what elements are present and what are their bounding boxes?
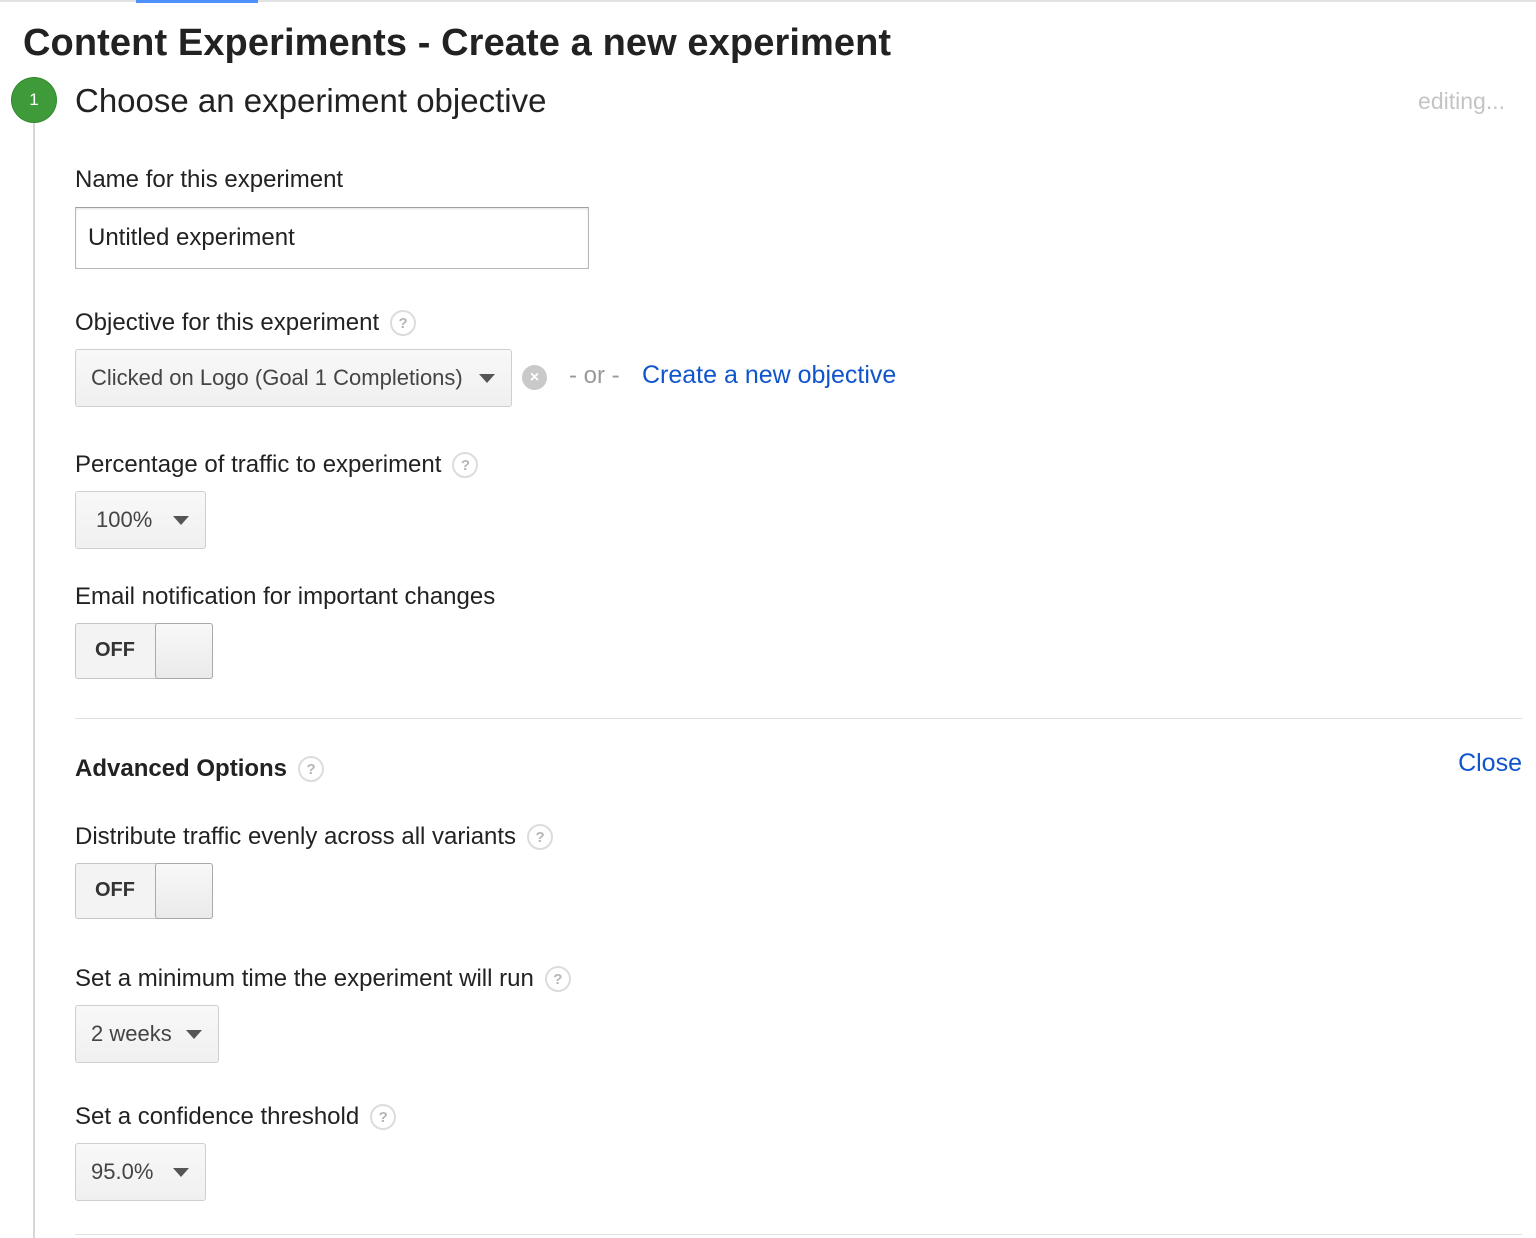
- experiment-name-label: Name for this experiment: [75, 166, 343, 194]
- objective-label-text: Objective for this experiment: [75, 309, 380, 336]
- confidence-threshold-select[interactable]: 95.0%: [75, 1143, 206, 1201]
- toggle-state-text: OFF: [95, 879, 135, 901]
- chevron-down-icon: [186, 1030, 202, 1039]
- email-notification-label-text: Email notification for important changes: [75, 583, 496, 610]
- step-number-badge: 1: [12, 78, 56, 122]
- traffic-selected-value: 100%: [96, 507, 153, 532]
- objective-selected-value: Clicked on Logo (Goal 1 Completions): [91, 365, 463, 390]
- minimum-time-selected-value: 2 weeks: [91, 1021, 172, 1046]
- confidence-threshold-label: Set a confidence threshold ?: [75, 1103, 397, 1131]
- step-connector-line: [33, 120, 35, 1238]
- active-tab-indicator: [136, 0, 258, 3]
- help-icon[interactable]: ?: [390, 310, 417, 336]
- advanced-options-heading: Advanced Options ?: [75, 755, 325, 783]
- help-icon[interactable]: ?: [298, 756, 325, 782]
- section-divider: [75, 718, 1522, 719]
- minimum-time-label: Set a minimum time the experiment will r…: [75, 965, 571, 993]
- or-separator: - or -: [569, 362, 620, 389]
- help-icon[interactable]: ?: [527, 824, 554, 850]
- confidence-selected-value: 95.0%: [91, 1159, 154, 1184]
- create-objective-link[interactable]: Create a new objective: [642, 361, 896, 390]
- chevron-down-icon: [479, 374, 495, 383]
- help-icon[interactable]: ?: [452, 452, 479, 478]
- close-advanced-options-link[interactable]: Close: [1458, 749, 1522, 778]
- minimum-time-label-text: Set a minimum time the experiment will r…: [75, 965, 534, 992]
- toggle-knob: [155, 623, 213, 679]
- objective-select[interactable]: Clicked on Logo (Goal 1 Completions): [75, 349, 512, 407]
- chevron-down-icon: [173, 516, 189, 525]
- distribute-traffic-toggle[interactable]: OFF: [75, 863, 213, 919]
- step-heading: Choose an experiment objective: [75, 82, 547, 119]
- page-title: Content Experiments - Create a new exper…: [23, 22, 892, 64]
- objective-label: Objective for this experiment ?: [75, 309, 417, 337]
- email-notification-toggle[interactable]: OFF: [75, 623, 213, 679]
- traffic-label: Percentage of traffic to experiment ?: [75, 451, 479, 479]
- confidence-threshold-label-text: Set a confidence threshold: [75, 1103, 360, 1130]
- traffic-label-text: Percentage of traffic to experiment: [75, 451, 442, 478]
- help-icon[interactable]: ?: [544, 966, 571, 992]
- advanced-options-label: Advanced Options: [75, 755, 288, 782]
- clear-icon[interactable]: ×: [522, 365, 547, 390]
- toggle-knob: [155, 863, 213, 919]
- experiment-name-label-text: Name for this experiment: [75, 166, 344, 193]
- traffic-select[interactable]: 100%: [75, 491, 206, 549]
- distribute-traffic-label: Distribute traffic evenly across all var…: [75, 823, 554, 851]
- email-notification-label: Email notification for important changes: [75, 583, 495, 611]
- toggle-state-text: OFF: [95, 639, 135, 661]
- chevron-down-icon: [173, 1168, 189, 1177]
- experiment-name-input[interactable]: [75, 207, 589, 269]
- help-icon[interactable]: ?: [370, 1104, 397, 1130]
- minimum-time-select[interactable]: 2 weeks: [75, 1005, 219, 1063]
- step-status: editing...: [1418, 88, 1505, 114]
- distribute-traffic-label-text: Distribute traffic evenly across all var…: [75, 823, 517, 850]
- section-divider: [75, 1234, 1522, 1235]
